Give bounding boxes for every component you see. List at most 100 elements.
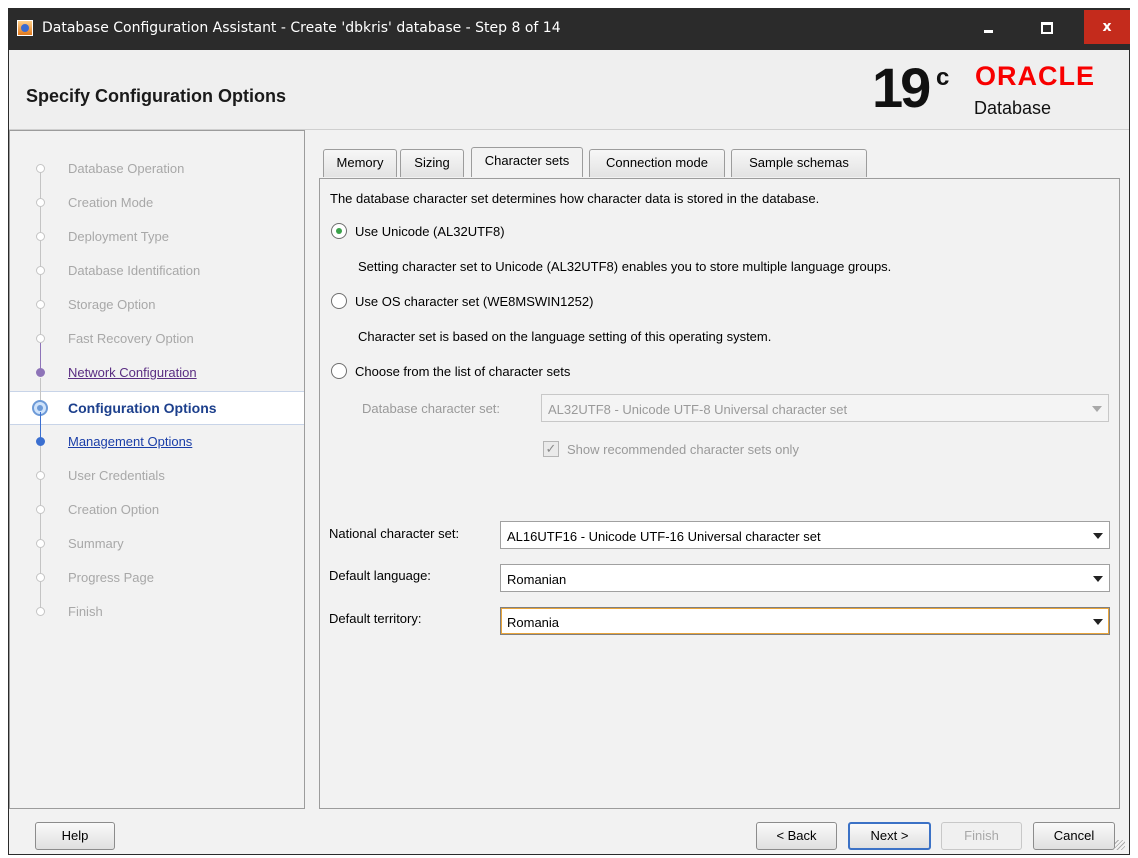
tab-character-sets[interactable]: Character sets (471, 147, 583, 177)
step-dot-icon (36, 300, 45, 309)
step-connector (40, 548, 41, 576)
sidebar-step: Creation Option (10, 480, 304, 526)
step-connector (40, 275, 41, 303)
cancel-button[interactable]: Cancel (1033, 822, 1115, 850)
os-charset-radio[interactable] (331, 293, 347, 309)
step-dot-icon (36, 266, 45, 275)
logo-product: Database (974, 98, 1052, 118)
title-bar[interactable]: Database Configuration Assistant - Creat… (8, 8, 1130, 50)
tab-memory[interactable]: Memory (323, 149, 397, 177)
character-sets-panel: The database character set determines ho… (319, 178, 1120, 809)
step-dot-icon (36, 232, 45, 241)
java-app-icon (17, 20, 33, 36)
step-connector (40, 343, 41, 371)
db-charset-value: AL32UTF8 - Unicode UTF-8 Universal chara… (548, 402, 848, 417)
back-button[interactable]: < Back (756, 822, 837, 850)
sidebar-step: Database Identification (10, 241, 304, 287)
step-connector (40, 480, 41, 508)
sidebar-step: Deployment Type (10, 207, 304, 253)
step-dot-icon (36, 334, 45, 343)
next-button[interactable]: Next > (848, 822, 931, 850)
window-title: Database Configuration Assistant - Creat… (42, 20, 561, 36)
sidebar-step-label: Database Identification (68, 263, 201, 278)
sidebar-step-label: Creation Option (68, 502, 160, 517)
db-charset-select[interactable]: AL32UTF8 - Unicode UTF-8 Universal chara… (541, 394, 1109, 422)
sidebar-step: User Credentials (10, 446, 304, 492)
sidebar-step[interactable]: Network Configuration (10, 343, 304, 389)
maximize-button[interactable] (1023, 10, 1067, 44)
sidebar-step-label: Database Operation (68, 161, 185, 176)
dbca-window: Database Configuration Assistant - Creat… (8, 8, 1130, 855)
sidebar-step: Fast Recovery Option (10, 309, 304, 355)
wizard-header: Specify Configuration Options 19 c ORACL… (9, 50, 1129, 130)
unicode-radio[interactable] (331, 223, 347, 239)
tab-label: Character sets (484, 153, 570, 168)
resize-grip-icon[interactable] (1115, 840, 1125, 850)
sidebar-step-label: Management Options (68, 434, 193, 449)
step-dot-icon (36, 198, 45, 207)
default-language-label: Default language: (329, 568, 431, 583)
step-dot-icon (36, 164, 45, 173)
db-charset-label: Database character set: (362, 401, 501, 416)
recommended-label[interactable]: Show recommended character sets only (567, 442, 799, 457)
step-connector (40, 514, 41, 542)
national-charset-select[interactable]: AL16UTF16 - Unicode UTF-16 Universal cha… (500, 521, 1110, 549)
steps-sidebar: Database Operation Creation Mode Deploymen… (9, 130, 305, 809)
page-title: Specify Configuration Options (26, 86, 286, 106)
finish-button[interactable]: Finish (941, 822, 1022, 850)
oracle-brand: ORACLE (975, 61, 1095, 91)
default-language-value: Romanian (507, 572, 567, 587)
sidebar-step: Storage Option (10, 275, 304, 321)
chevron-down-icon (1093, 533, 1103, 539)
charset-list-radio[interactable] (331, 363, 347, 379)
os-charset-radio-label[interactable]: Use OS character set (WE8MSWIN1252) (355, 294, 593, 309)
sidebar-step-label: User Credentials (68, 468, 165, 483)
sidebar-step: Creation Mode (10, 173, 304, 219)
step-dot-icon (36, 539, 45, 548)
sidebar-step: Database Operation (10, 153, 304, 185)
sidebar-step: Summary (10, 514, 304, 560)
sidebar-step-label: Creation Mode (68, 195, 154, 210)
wizard-client: Specify Configuration Options 19 c ORACL… (9, 50, 1129, 854)
tab-connection-mode[interactable]: Connection mode (589, 149, 725, 177)
sidebar-step-label: Configuration Options (68, 400, 217, 416)
tab-sample-schemas[interactable]: Sample schemas (731, 149, 867, 177)
default-territory-label: Default territory: (329, 611, 422, 626)
tab-label: Memory (336, 155, 384, 170)
sidebar-step: Configuration Options (10, 378, 304, 425)
sidebar-step-label: Fast Recovery Option (68, 331, 194, 346)
help-button[interactable]: Help (35, 822, 115, 850)
sidebar-step-label: Network Configuration (68, 365, 197, 380)
default-territory-select[interactable]: Romania (500, 607, 1110, 635)
step-dot-icon (36, 505, 45, 514)
minimize-button[interactable] (966, 10, 1010, 44)
default-language-select[interactable]: Romanian (500, 564, 1110, 592)
tab-sizing[interactable]: Sizing (400, 149, 464, 177)
recommended-checkbox[interactable]: ✓ (543, 441, 559, 457)
step-dot-icon (36, 437, 45, 446)
national-charset-value: AL16UTF16 - Unicode UTF-16 Universal cha… (507, 529, 821, 544)
charset-list-radio-label[interactable]: Choose from the list of character sets (355, 364, 570, 379)
default-territory-value: Romania (507, 615, 560, 630)
tab-label: Sizing (414, 155, 450, 170)
unicode-radio-label[interactable]: Use Unicode (AL32UTF8) (355, 224, 505, 239)
close-button[interactable]: x (1084, 10, 1130, 44)
chevron-down-icon (1093, 576, 1103, 582)
tab-label: Connection mode (606, 155, 708, 170)
charset-intro: The database character set determines ho… (330, 191, 820, 206)
step-connector (40, 309, 41, 337)
oracle-19c-logo: 19 (872, 56, 931, 119)
unicode-description: Setting character set to Unicode (AL32UT… (358, 259, 892, 274)
sidebar-step-label: Finish (68, 604, 103, 619)
sidebar-step: Finish (10, 582, 304, 628)
sidebar-step: Progress Page (10, 548, 304, 594)
step-dot-icon (36, 471, 45, 480)
step-connector (40, 582, 41, 610)
step-connector (40, 446, 41, 474)
chevron-down-icon (1092, 406, 1102, 412)
os-charset-description: Character set is based on the language s… (358, 329, 772, 344)
step-dot-icon (36, 607, 45, 616)
sidebar-step[interactable]: Management Options (10, 412, 304, 458)
step-connector (40, 241, 41, 269)
step-connector (40, 173, 41, 201)
